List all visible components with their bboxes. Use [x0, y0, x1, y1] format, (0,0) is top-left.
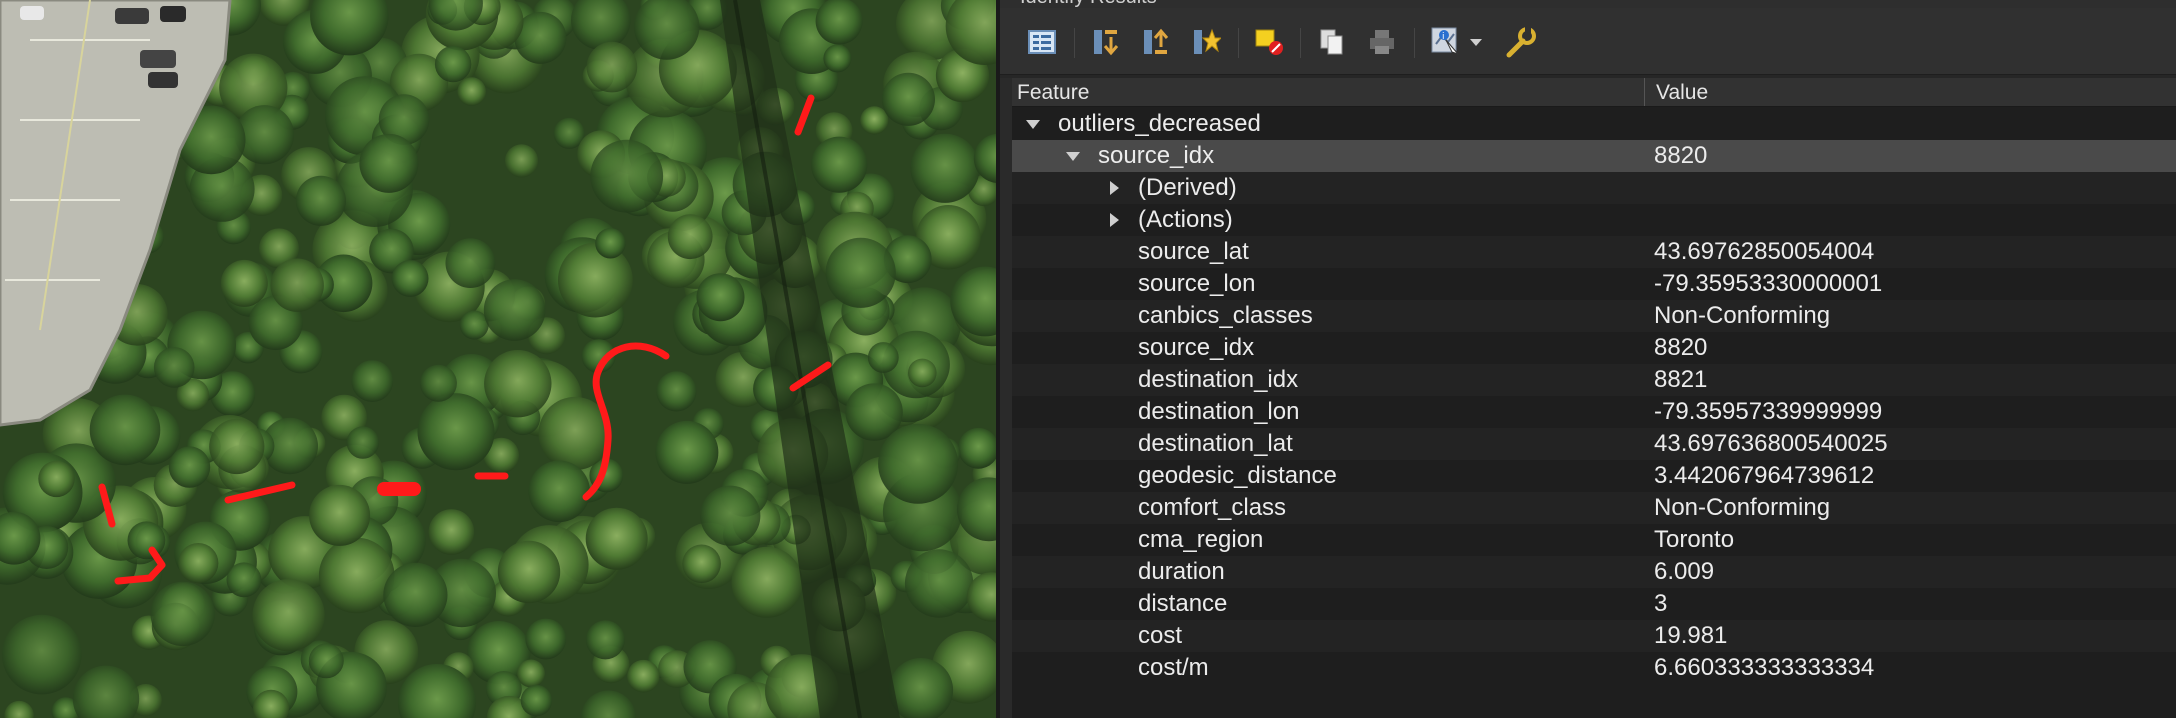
attribute-row[interactable]: cost/m 6.660333333333334	[1012, 652, 2176, 684]
attribute-name: comfort_class	[1138, 494, 1287, 521]
attribute-value: -79.35953330000001	[1654, 270, 1883, 297]
dropdown-arrow-icon[interactable]	[1466, 24, 1486, 60]
attribute-value: 6.660333333333334	[1654, 654, 1875, 681]
attribute-row[interactable]: canbics_classes Non-Conforming	[1012, 300, 2176, 332]
attribute-value: 8821	[1654, 366, 1708, 393]
collapse-arrow-icon[interactable]	[1026, 120, 1040, 129]
attribute-name: source_lat	[1138, 238, 1249, 265]
feature-value: 8820	[1654, 142, 1708, 169]
column-header-feature[interactable]: Feature	[1017, 81, 1089, 105]
panel-titlebar: Identify Results	[1000, 0, 2176, 8]
attribute-row[interactable]: cost 19.981	[1012, 620, 2176, 652]
layer-name: outliers_decreased	[1058, 110, 1261, 137]
toolbar-separator	[1074, 28, 1075, 58]
attribute-name: cost/m	[1138, 654, 1209, 681]
toolbar: i	[1000, 8, 2176, 75]
copy-icon[interactable]	[1312, 24, 1352, 60]
attribute-value: 43.69762850054004	[1654, 238, 1875, 265]
attribute-value: -79.35957339999999	[1654, 398, 1883, 425]
column-divider[interactable]	[1644, 78, 1645, 106]
attribute-value: Non-Conforming	[1654, 494, 1831, 521]
identify-mode-icon[interactable]: i	[1426, 24, 1466, 60]
layer-row[interactable]: outliers_decreased	[1012, 108, 2176, 140]
print-icon	[1362, 24, 1402, 60]
group-row-actions[interactable]: (Actions)	[1012, 204, 2176, 236]
attribute-name: cost	[1138, 622, 1183, 649]
attribute-value: 3.442067964739612	[1654, 462, 1875, 489]
attribute-name: source_lon	[1138, 270, 1256, 297]
attribute-row[interactable]: comfort_class Non-Conforming	[1012, 492, 2176, 524]
panel-title: Identify Results	[1020, 0, 1157, 8]
attribute-value: Toronto	[1654, 526, 1735, 553]
collapse-all-icon[interactable]	[1136, 24, 1176, 60]
attribute-value: 3	[1654, 590, 1668, 617]
attribute-row[interactable]: source_lon -79.35953330000001	[1012, 268, 2176, 300]
attribute-row[interactable]: destination_idx 8821	[1012, 364, 2176, 396]
clear-highlight-icon[interactable]	[1250, 24, 1290, 60]
toolbar-separator	[1238, 28, 1239, 58]
svg-text:i: i	[1442, 32, 1445, 42]
attribute-name: duration	[1138, 558, 1225, 585]
attribute-row[interactable]: source_lat 43.69762850054004	[1012, 236, 2176, 268]
results-tree[interactable]: Feature Value outliers_decreased source_…	[1012, 78, 2176, 718]
attribute-row[interactable]: destination_lat 43.697636800540025	[1012, 428, 2176, 460]
panel-left-margin	[1000, 78, 1012, 718]
highlight-features-icon[interactable]	[1186, 24, 1226, 60]
attribute-row[interactable]: duration 6.009	[1012, 556, 2176, 588]
attribute-name: geodesic_distance	[1138, 462, 1337, 489]
attribute-name: destination_idx	[1138, 366, 1299, 393]
feature-label: source_idx	[1098, 142, 1215, 169]
attribute-name: canbics_classes	[1138, 302, 1313, 329]
attribute-value: 43.697636800540025	[1654, 430, 1888, 457]
expand-arrow-icon[interactable]	[1110, 213, 1119, 227]
attribute-row[interactable]: geodesic_distance 3.442067964739612	[1012, 460, 2176, 492]
attribute-name: cma_region	[1138, 526, 1264, 553]
attribute-row[interactable]: source_idx 8820	[1012, 332, 2176, 364]
attribute-name: destination_lat	[1138, 430, 1293, 457]
tree-header: Feature Value	[1012, 78, 2176, 107]
attribute-value: 8820	[1654, 334, 1708, 361]
group-label: (Derived)	[1138, 174, 1237, 201]
column-header-value[interactable]: Value	[1656, 81, 1708, 105]
collapse-arrow-icon[interactable]	[1066, 152, 1080, 161]
group-row-derived[interactable]: (Derived)	[1012, 172, 2176, 204]
toolbar-separator	[1300, 28, 1301, 58]
attribute-name: distance	[1138, 590, 1228, 617]
expand-tree-icon[interactable]	[1022, 24, 1062, 60]
attribute-value: 19.981	[1654, 622, 1728, 649]
attribute-row[interactable]: distance 3	[1012, 588, 2176, 620]
attribute-name: destination_lon	[1138, 398, 1300, 425]
toolbar-separator	[1414, 28, 1415, 58]
attribute-value: 6.009	[1654, 558, 1715, 585]
identify-results-panel: Identify Results i	[1000, 0, 2176, 718]
attribute-row[interactable]: destination_lon -79.35957339999999	[1012, 396, 2176, 428]
expand-all-icon[interactable]	[1086, 24, 1126, 60]
map-canvas[interactable]	[0, 0, 996, 718]
settings-icon[interactable]	[1500, 24, 1540, 60]
expand-arrow-icon[interactable]	[1110, 181, 1119, 195]
attribute-value: Non-Conforming	[1654, 302, 1831, 329]
attribute-row[interactable]: cma_region Toronto	[1012, 524, 2176, 556]
attribute-name: source_idx	[1138, 334, 1255, 361]
group-label: (Actions)	[1138, 206, 1233, 233]
feature-row[interactable]: source_idx 8820	[1012, 140, 2176, 172]
